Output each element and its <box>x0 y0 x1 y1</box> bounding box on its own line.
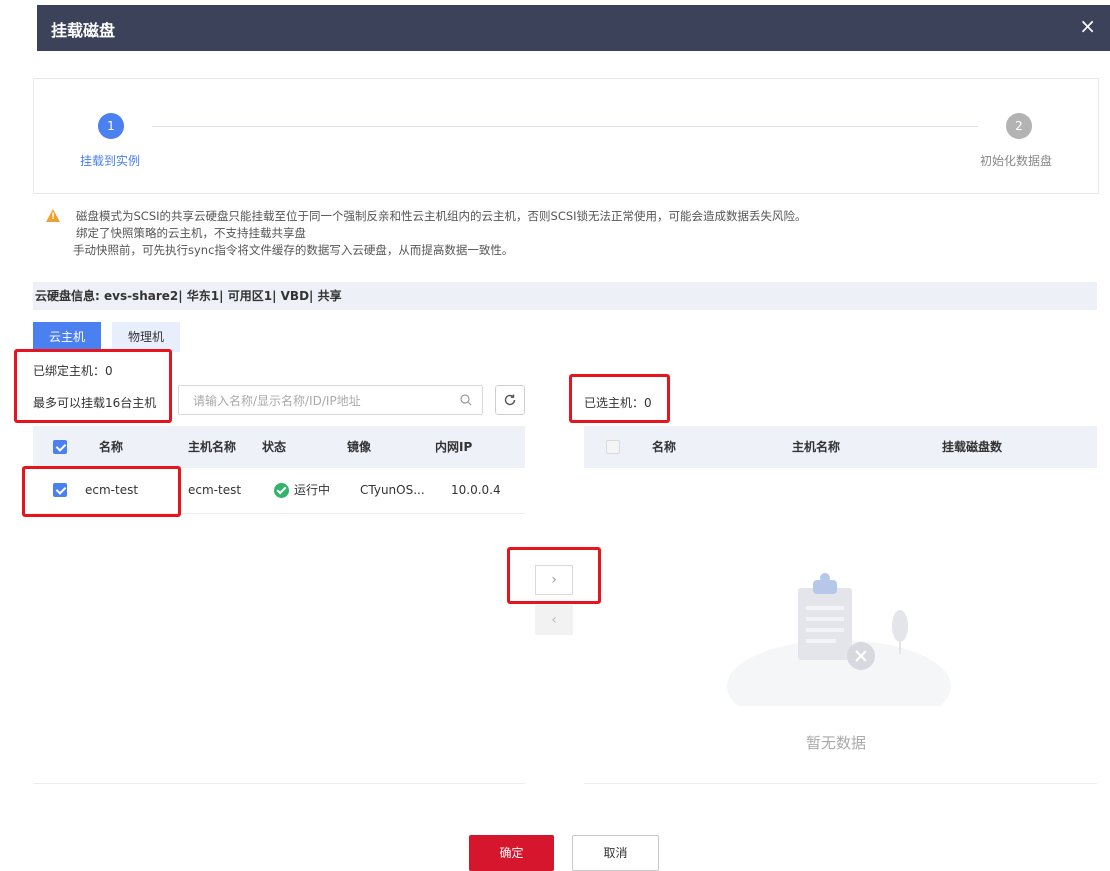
confirm-button[interactable]: 确定 <box>469 835 554 871</box>
row-hostname: ecm-test <box>188 483 242 497</box>
selected-table-header: 名称 主机名称 挂载磁盘数 <box>584 426 1097 468</box>
search-box <box>178 385 483 415</box>
selected-col-hostname: 主机名称 <box>792 440 841 454</box>
empty-state-text: 暂无数据 <box>806 734 867 752</box>
warning-mark: ! <box>51 212 56 222</box>
selected-select-all-checkbox[interactable] <box>606 440 620 454</box>
row-image: CTyunOS... <box>360 483 425 497</box>
annotation-box-move-button <box>507 547 601 604</box>
warning-line-3: 手动快照前，可先执行sync指令将文件缓存的数据写入云硬盘，从而提高数据一致性。 <box>73 243 514 257</box>
selected-col-name: 名称 <box>652 440 677 454</box>
annotation-box-host-limits <box>14 349 172 423</box>
running-status-icon <box>274 483 289 498</box>
left-table-bottom <box>33 783 525 784</box>
warning-line-1: 磁盘模式为SCSI的共享云硬盘只能挂载至位于同一个强制反亲和性云主机组内的云主机… <box>76 209 807 223</box>
disk-info-text: 云硬盘信息: evs-share2| 华东1| 可用区1| VBD| 共享 <box>35 289 342 303</box>
right-table-bottom <box>584 783 1097 784</box>
dialog-header: 挂载磁盘 × <box>37 5 1110 51</box>
empty-data-illustration <box>727 573 951 706</box>
col-name: 名称 <box>99 440 124 454</box>
warning-text: 磁盘模式为SCSI的共享云硬盘只能挂载至位于同一个强制反亲和性云主机组内的云主机… <box>73 208 807 259</box>
close-icon[interactable]: × <box>1079 15 1096 37</box>
step-1-circle: 1 <box>98 113 124 139</box>
move-left-button[interactable]: ‹ <box>535 605 573 635</box>
annotation-box-selected-count <box>569 374 670 423</box>
disk-info-bar: 云硬盘信息: evs-share2| 华东1| 可用区1| VBD| 共享 <box>33 282 1097 310</box>
warning-line-2: 绑定了快照策略的云主机，不支持挂载共享盘 <box>76 226 306 240</box>
row-private-ip: 10.0.0.4 <box>451 483 501 497</box>
host-table-header: 名称 主机名称 状态 镜像 内网IP <box>33 426 525 468</box>
dialog-title: 挂载磁盘 <box>51 21 116 40</box>
row-status: 运行中 <box>294 483 331 497</box>
cancel-button[interactable]: 取消 <box>572 835 659 871</box>
refresh-button[interactable] <box>495 385 525 415</box>
select-all-checkbox[interactable] <box>53 440 67 454</box>
col-private-ip: 内网IP <box>435 440 473 454</box>
col-status: 状态 <box>262 440 287 454</box>
step-connector <box>152 126 978 127</box>
search-input[interactable] <box>191 387 460 415</box>
annotation-box-selected-row <box>22 466 181 517</box>
selected-col-disk-count: 挂载磁盘数 <box>942 440 1003 454</box>
step-indicator: 1 2 挂载到实例 初始化数据盘 <box>33 78 1099 194</box>
tab-physical-host[interactable]: 物理机 <box>112 322 180 352</box>
step-1-label: 挂载到实例 <box>80 154 141 168</box>
col-hostname: 主机名称 <box>188 440 237 454</box>
search-icon[interactable] <box>460 394 472 406</box>
step-2-label: 初始化数据盘 <box>980 154 1053 168</box>
tab-cloud-host[interactable]: 云主机 <box>33 322 101 352</box>
refresh-icon <box>504 394 516 406</box>
step-2-circle: 2 <box>1006 113 1032 139</box>
col-image: 镜像 <box>347 440 372 454</box>
